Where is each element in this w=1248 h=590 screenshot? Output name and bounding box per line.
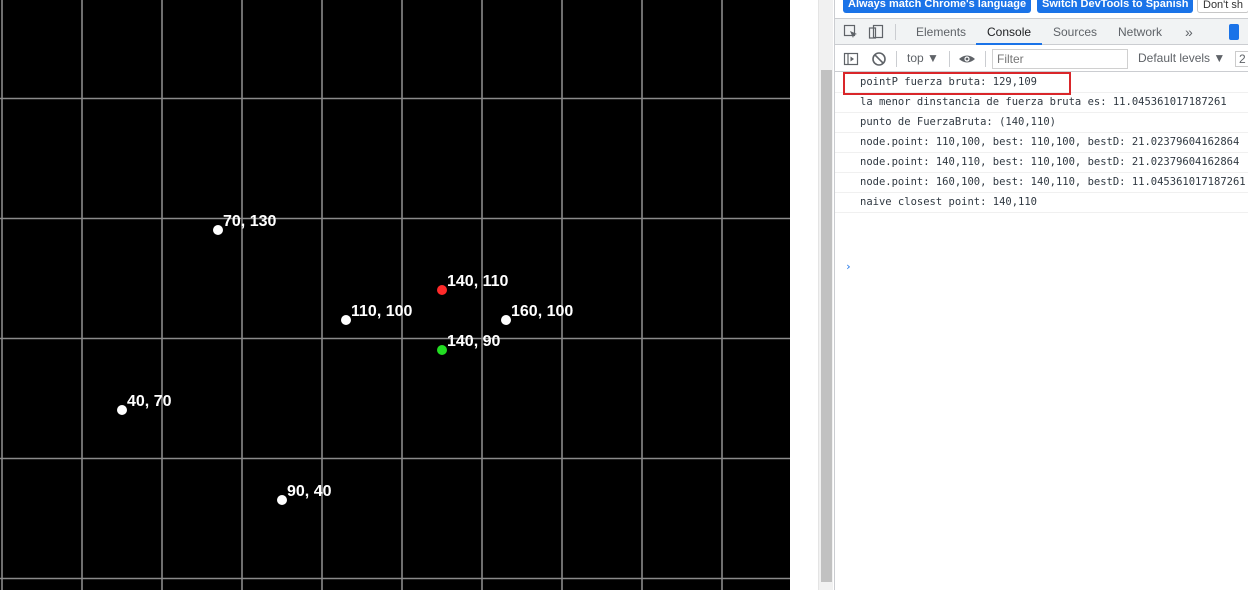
highlight-annotation-box — [843, 72, 1071, 95]
toolbar-separator — [949, 51, 950, 67]
devtools-panel: Always match Chrome's language Switch De… — [834, 0, 1248, 590]
toolbar-separator — [985, 51, 986, 67]
tab-network[interactable]: Network — [1118, 19, 1162, 45]
toolbar-separator — [896, 51, 897, 67]
point-label: 90, 40 — [287, 483, 332, 500]
page-gap — [790, 0, 818, 590]
live-expression-eye-icon[interactable] — [958, 51, 975, 67]
point-marker — [437, 285, 447, 295]
point-marker — [213, 225, 223, 235]
point-label: 110, 100 — [351, 303, 413, 320]
console-prompt[interactable]: › — [845, 260, 852, 273]
console-log-row: naive closest point: 140,110 — [835, 193, 1248, 213]
settings-badge-icon[interactable] — [1229, 24, 1239, 40]
point-label: 140, 90 — [447, 333, 500, 350]
context-selector[interactable]: top ▼ — [907, 51, 939, 65]
inspect-element-icon[interactable] — [843, 24, 859, 40]
page-scrollbar[interactable] — [818, 0, 833, 590]
plot-svg: 70, 130 140, 110 110, 100 160, 100 140, 90 40… — [0, 0, 790, 590]
devtools-tabbar: Elements Console Sources Network » — [835, 18, 1248, 45]
active-tab-indicator — [976, 43, 1042, 45]
console-log-row: node.point: 110,100, best: 110,100, best… — [835, 133, 1248, 153]
switch-spanish-button[interactable]: Switch DevTools to Spanish — [1037, 0, 1194, 13]
device-toolbar-icon[interactable] — [868, 24, 884, 40]
tab-separator — [895, 24, 896, 40]
tab-sources[interactable]: Sources — [1053, 19, 1097, 45]
tab-console[interactable]: Console — [987, 19, 1031, 45]
point-marker — [501, 315, 511, 325]
tab-elements[interactable]: Elements — [916, 19, 966, 45]
point-label: 160, 100 — [511, 303, 573, 320]
more-tabs-icon[interactable]: » — [1185, 19, 1193, 45]
plot-canvas: 70, 130 140, 110 110, 100 160, 100 140, 90 40… — [0, 0, 790, 590]
point-marker — [117, 405, 127, 415]
log-levels-dropdown[interactable]: Default levels ▼ — [1138, 51, 1225, 65]
console-log-row: node.point: 140,110, best: 110,100, best… — [835, 153, 1248, 173]
console-toolbar: top ▼ Default levels ▼ 2 — [835, 46, 1248, 72]
point-label: 140, 110 — [447, 273, 509, 290]
clear-console-icon[interactable] — [871, 51, 887, 67]
console-log-row: punto de FuerzaBruta: (140,110) — [835, 113, 1248, 133]
point-label: 70, 130 — [223, 213, 276, 230]
console-filter-input[interactable] — [992, 49, 1128, 69]
console-log-row: la menor dinstancia de fuerza bruta es: … — [835, 93, 1248, 113]
console-log-row: node.point: 160,100, best: 140,110, best… — [835, 173, 1248, 193]
dont-show-button[interactable]: Don't sh — [1197, 0, 1248, 13]
point-marker — [341, 315, 351, 325]
scrollbar-thumb[interactable] — [821, 70, 832, 582]
issues-counter[interactable]: 2 — [1235, 51, 1248, 67]
point-label: 40, 70 — [127, 393, 172, 410]
show-sidebar-icon[interactable] — [843, 51, 859, 67]
point-marker — [437, 345, 447, 355]
point-marker — [277, 495, 287, 505]
match-language-button[interactable]: Always match Chrome's language — [843, 0, 1032, 13]
language-infobar: Always match Chrome's language Switch De… — [835, 0, 1248, 14]
